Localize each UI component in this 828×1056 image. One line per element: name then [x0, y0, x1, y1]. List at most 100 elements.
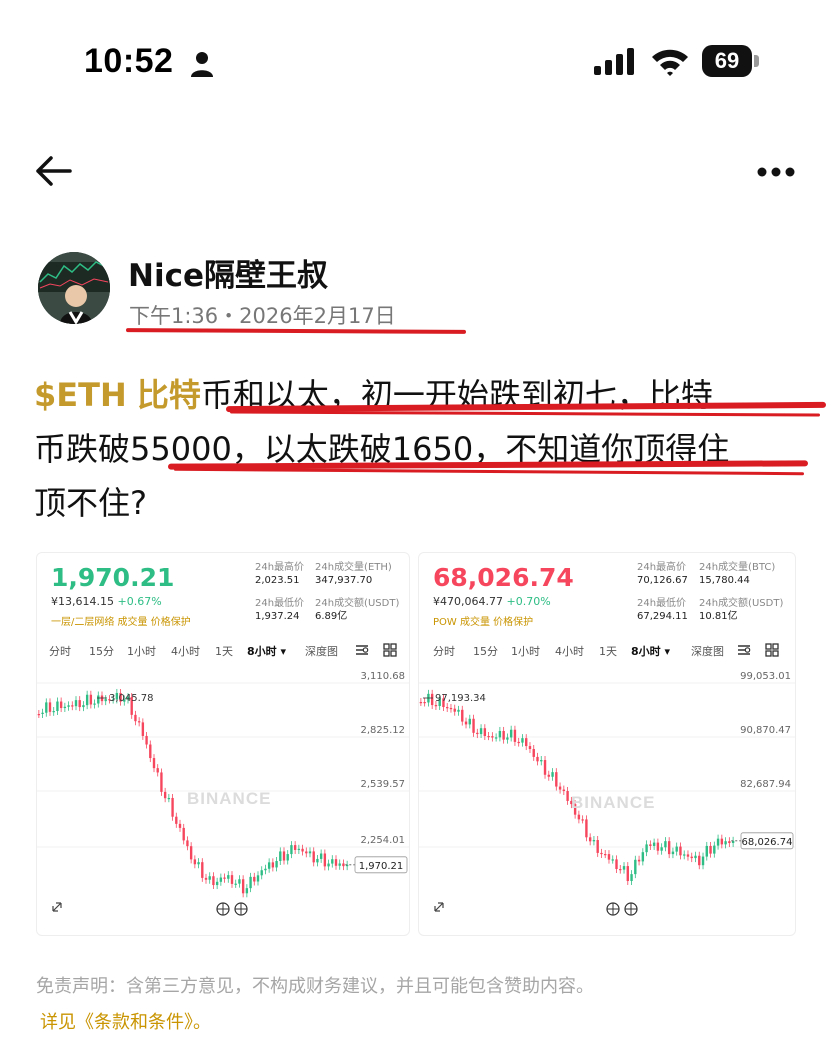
tab-depth[interactable]: 深度图 — [691, 643, 724, 659]
expand-icon[interactable] — [52, 902, 62, 912]
more-options-icon[interactable] — [756, 166, 796, 178]
candle-body — [683, 854, 686, 856]
tab-time-share[interactable]: 分时 — [433, 643, 455, 659]
candle-body — [301, 848, 304, 852]
candle-body — [249, 876, 252, 889]
author-avatar[interactable] — [38, 252, 110, 324]
candle-body — [698, 855, 701, 866]
btc-tags[interactable]: POW 成交量 价格保护 — [433, 613, 533, 628]
candle-body — [331, 859, 334, 864]
candle-body — [67, 705, 70, 707]
indicator-settings-icon[interactable] — [355, 643, 369, 657]
btc-price: 68,026.74 — [433, 563, 574, 592]
candle-body — [286, 854, 289, 861]
candle-body — [323, 853, 327, 867]
candle-body — [630, 874, 633, 882]
candle-body — [227, 875, 230, 879]
btc-chart-card[interactable]: 68,026.74 ¥470,064.77 +0.70% POW 成交量 价格保… — [418, 552, 796, 936]
last-price-label: 68,026.74 — [742, 837, 793, 848]
globe-icon — [216, 902, 230, 916]
avatar-image — [38, 252, 110, 324]
candle-body — [664, 841, 667, 848]
tab-time-share[interactable]: 分时 — [49, 643, 71, 659]
candle-body — [483, 728, 487, 737]
candle-body — [645, 844, 648, 853]
back-arrow-icon[interactable] — [34, 154, 72, 188]
candle-body — [479, 728, 483, 735]
candle-body — [171, 797, 174, 817]
candle-body — [588, 837, 592, 842]
candle-body — [667, 841, 671, 855]
candle-body — [342, 863, 345, 867]
tab-4h[interactable]: 4小时 — [555, 643, 584, 659]
candle-body — [525, 738, 528, 747]
tab-1h[interactable]: 1小时 — [511, 643, 540, 659]
candle-body — [134, 714, 137, 722]
post-line-3: 顶不住? — [34, 484, 147, 522]
candle-body — [679, 846, 682, 856]
candle-body — [256, 875, 260, 882]
price-axis-label: 2,539.57 — [360, 779, 405, 790]
price-axis-label: 82,687.94 — [740, 779, 791, 790]
candle-body — [37, 714, 41, 716]
tab-1d[interactable]: 1天 — [215, 643, 233, 659]
candle-body — [581, 819, 584, 821]
tab-15m[interactable]: 15分 — [89, 643, 114, 659]
candle-body — [713, 845, 716, 854]
grid-layout-icon[interactable] — [765, 643, 779, 657]
candle-body — [592, 840, 596, 842]
author-name[interactable]: Nice隔壁王叔 — [128, 250, 328, 295]
candle-body — [97, 695, 100, 704]
candle-body — [577, 814, 581, 820]
indicator-settings-icon[interactable] — [737, 643, 751, 657]
candle-body — [204, 877, 208, 880]
post-text: $ETH 比特币和以太，初一开始跌到初七，比特 币跌破55000，以太跌破165… — [34, 368, 794, 530]
eth-chart-card[interactable]: 1,970.21 ¥13,614.15 +0.67% 一层/二层网络 成交量 价… — [36, 552, 410, 936]
candle-body — [290, 845, 293, 855]
expand-icon[interactable] — [434, 902, 444, 912]
candle-body — [600, 852, 603, 855]
candle-body — [327, 863, 330, 867]
candle-body — [551, 772, 554, 777]
candle-body — [74, 700, 78, 707]
btc-tag-link[interactable]: 比特 — [137, 376, 201, 414]
tab-8h[interactable]: 8小时 ▾ — [247, 643, 286, 659]
wifi-icon — [652, 49, 688, 76]
candle-body — [186, 840, 189, 847]
candle-body — [619, 869, 622, 871]
candle-body — [585, 819, 588, 838]
candle-body — [104, 699, 107, 702]
candle-body — [293, 845, 297, 850]
candle-body — [709, 845, 712, 854]
candle-body — [521, 738, 524, 743]
tab-8h[interactable]: 8小时 ▾ — [631, 643, 670, 659]
eth-interval-tabs: 分时 15分 1小时 4小时 1天 8小时 ▾ 深度图 — [37, 643, 409, 663]
tab-1d[interactable]: 1天 — [599, 643, 617, 659]
candle-body — [52, 711, 55, 713]
candle-body — [82, 705, 85, 708]
candle-body — [457, 709, 460, 712]
btc-24h-low: 24h最低价 67,294.11 — [637, 598, 688, 622]
candle-body — [152, 758, 156, 769]
terms-link[interactable]: 详见《条款和条件》。 — [40, 1008, 211, 1034]
candle-body — [724, 841, 727, 845]
candle-body — [282, 851, 286, 861]
tab-4h[interactable]: 4小时 — [171, 643, 200, 659]
eth-cashtag-link[interactable]: $ETH — [34, 376, 127, 414]
tab-depth[interactable]: 深度图 — [305, 643, 338, 659]
btc-24h-volume: 24h成交量(BTC) 15,780.44 — [699, 562, 776, 586]
grid-layout-icon[interactable] — [383, 643, 397, 657]
last-price-label: 1,970.21 — [359, 861, 404, 872]
tab-1h[interactable]: 1小时 — [127, 643, 156, 659]
battery-indicator: 69 — [702, 45, 752, 77]
candle-body — [419, 702, 423, 704]
eth-tags[interactable]: 一层/二层网络 成交量 价格保护 — [51, 613, 191, 628]
candle-body — [558, 786, 562, 790]
btc-fiat-price: ¥470,064.77 +0.70% — [433, 595, 551, 608]
candle-body — [494, 737, 498, 739]
candle-body — [45, 702, 48, 713]
candle-body — [63, 706, 67, 709]
candle-body — [78, 700, 81, 708]
tab-15m[interactable]: 15分 — [473, 643, 498, 659]
candle-body — [193, 859, 197, 865]
